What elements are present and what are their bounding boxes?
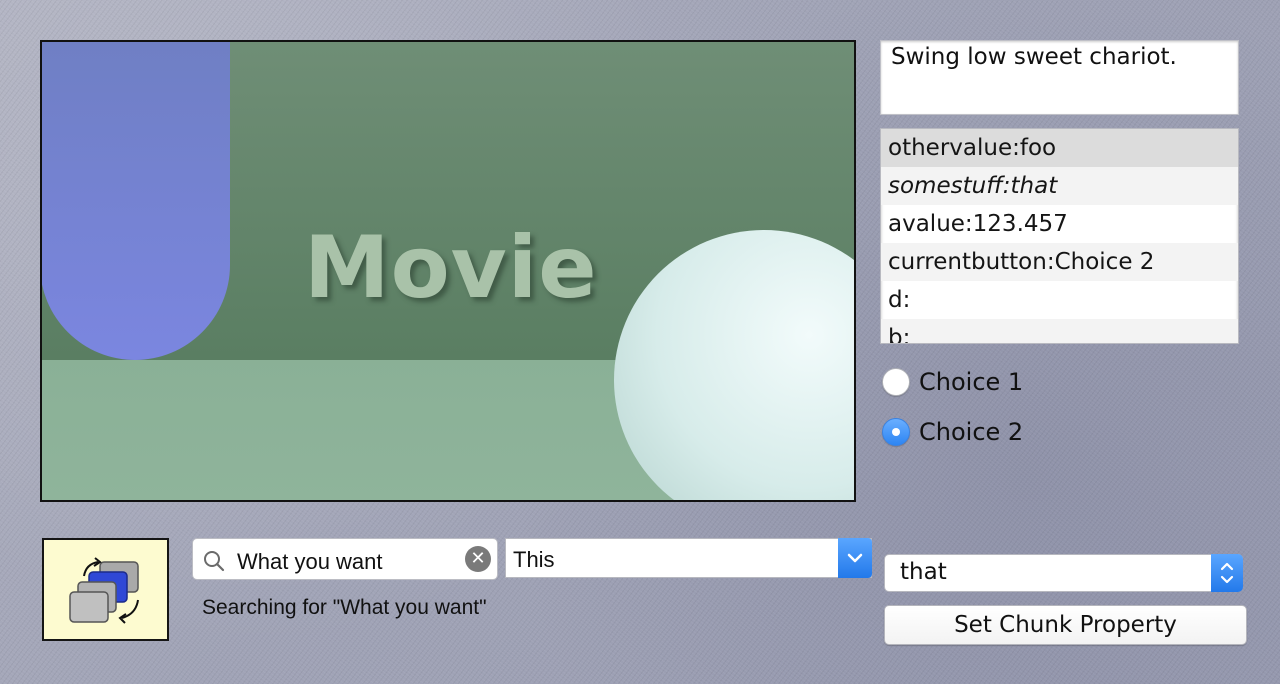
- radio-label: Choice 2: [919, 418, 1024, 446]
- radio-choice-2[interactable]: Choice 2: [882, 416, 1023, 448]
- search-input[interactable]: What you want: [237, 549, 383, 575]
- chevron-down-icon[interactable]: [838, 538, 872, 578]
- search-status-text: Searching for "What you want": [202, 596, 487, 619]
- popup-menu-that[interactable]: that: [884, 554, 1243, 592]
- transition-icon-button[interactable]: [42, 538, 169, 641]
- movie-player[interactable]: Movie: [40, 40, 856, 502]
- transition-icon: [69, 557, 139, 624]
- list-item[interactable]: avalue:123.457: [881, 205, 1238, 243]
- popup-menu-this[interactable]: This: [505, 538, 872, 578]
- list-item[interactable]: currentbutton:Choice 2: [881, 243, 1238, 281]
- radio-circle[interactable]: [882, 418, 910, 446]
- radio-circle[interactable]: [882, 368, 910, 396]
- property-list[interactable]: othervalue:foo somestuff:that avalue:123…: [880, 128, 1239, 344]
- clear-icon[interactable]: ✕: [465, 546, 491, 572]
- radio-label: Choice 1: [919, 368, 1024, 396]
- chevron-updown-icon[interactable]: [1211, 554, 1243, 592]
- movie-blue-shape: [42, 42, 230, 360]
- set-chunk-property-button[interactable]: Set Chunk Property: [884, 605, 1247, 645]
- list-item[interactable]: othervalue:foo: [881, 129, 1238, 167]
- radio-choice-1[interactable]: Choice 1: [882, 366, 1023, 398]
- popup-value: This: [513, 547, 555, 572]
- search-field[interactable]: What you want ✕: [192, 538, 498, 580]
- list-item[interactable]: somestuff:that: [881, 167, 1238, 205]
- popup-value: that: [900, 559, 947, 585]
- text-field[interactable]: Swing low sweet chariot.: [880, 40, 1239, 115]
- movie-title: Movie: [304, 218, 598, 318]
- search-icon: [204, 551, 225, 572]
- list-item[interactable]: b:: [881, 319, 1238, 343]
- list-item[interactable]: d:: [881, 281, 1238, 319]
